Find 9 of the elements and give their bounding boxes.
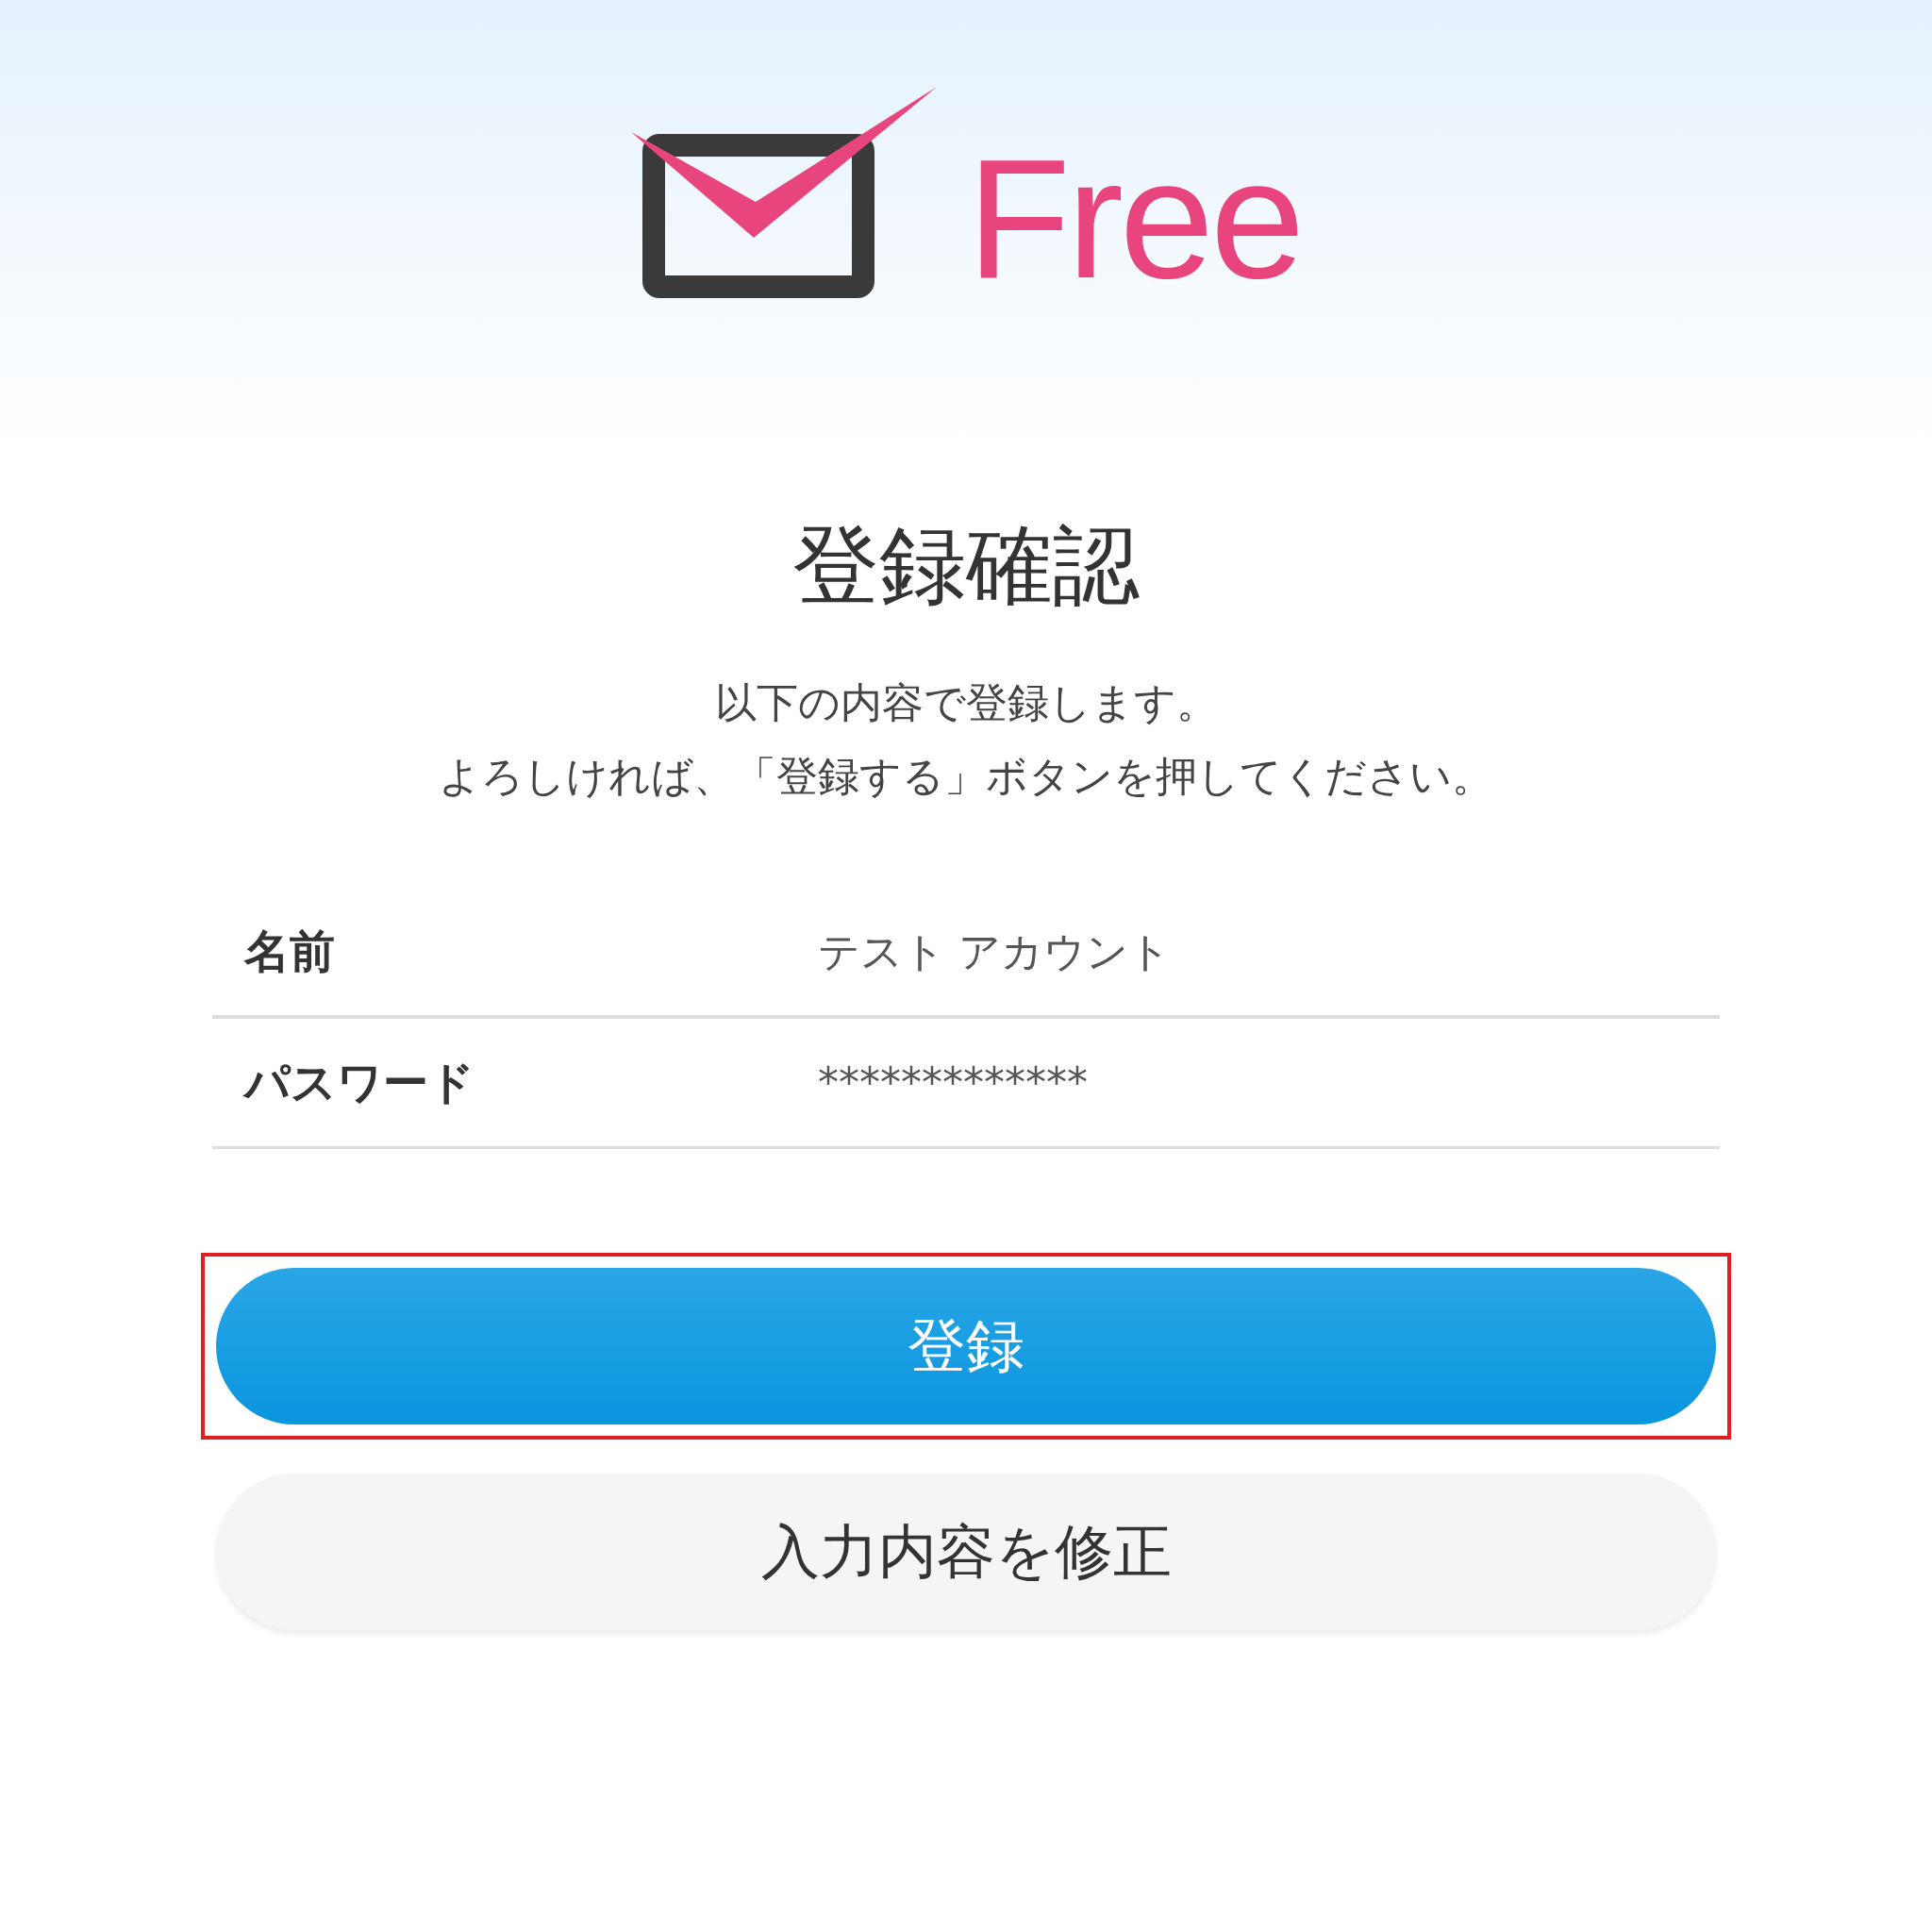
- logo-text: Free: [966, 134, 1302, 304]
- field-label: パスワード: [242, 1054, 475, 1110]
- field-value: *************: [818, 1058, 1088, 1107]
- instruction-text: 以下の内容で登録します。: [713, 677, 1219, 728]
- edit-button[interactable]: 入力内容を修正: [216, 1474, 1716, 1630]
- page-title: 登録確認: [792, 514, 1140, 618]
- instruction-text: よろしければ、「登録する」ボタンを押してください。: [439, 751, 1493, 802]
- field-value: テスト アカウント: [818, 925, 1171, 977]
- field-label: 名前: [242, 924, 336, 979]
